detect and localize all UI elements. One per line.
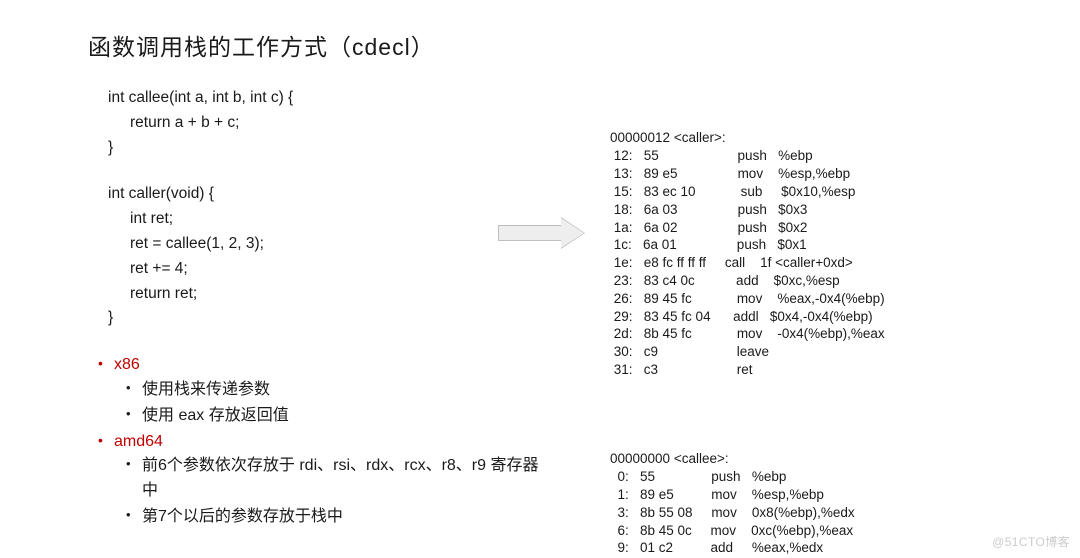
arrow-icon [498,218,586,248]
bullet-label: x86 [114,356,140,373]
asm-callee: 00000000 <callee>: 0: 55 push %ebp 1: 89… [610,432,885,558]
asm-line: 30: c9 leave [610,344,769,359]
code-line: return ret; [108,282,548,307]
watermark: @51CTO博客 [992,533,1070,550]
asm-line: 12: 55 push %ebp [610,148,813,163]
sub-bullet: 使用栈来传递参数 [114,378,548,403]
right-column: 00000012 <caller>: 12: 55 push %ebp 13: … [610,76,885,558]
asm-line: 18: 6a 03 push $0x3 [610,202,807,217]
code-line: int callee(int a, int b, int c) { [108,86,548,111]
slide-title: 函数调用栈的工作方式（cdecl） [88,28,1032,62]
code-line: ret = callee(1, 2, 3); [108,232,548,257]
asm-line: 9: 01 c2 add %eax,%edx [610,540,823,555]
asm-line: 6: 8b 45 0c mov 0xc(%ebp),%eax [610,523,853,538]
code-line: } [108,136,548,161]
slide: 函数调用栈的工作方式（cdecl） int callee(int a, int … [0,0,1080,558]
asm-line: 0: 55 push %ebp [610,469,786,484]
bullet-label: amd64 [114,433,163,450]
asm-line: 2d: 8b 45 fc mov -0x4(%ebp),%eax [610,326,885,341]
asm-line: 1a: 6a 02 push $0x2 [610,220,807,235]
asm-header: 00000012 <caller>: [610,130,726,145]
asm-line: 1c: 6a 01 push $0x1 [610,237,807,252]
bullet-x86: x86 使用栈来传递参数 使用 eax 存放返回值 [92,353,548,428]
arrow-shaft [498,225,562,241]
arrow-head-fill [561,218,584,248]
asm-line: 26: 89 45 fc mov %eax,-0x4(%ebp) [610,291,885,306]
asm-line: 1: 89 e5 mov %esp,%ebp [610,487,824,502]
bullet-amd64: amd64 前6个参数依次存放于 rdi、rsi、rdx、rcx、r8、r9 寄… [92,430,548,530]
sub-bullet: 前6个参数依次存放于 rdi、rsi、rdx、rcx、r8、r9 寄存器中 [114,454,548,504]
bullet-list: x86 使用栈来传递参数 使用 eax 存放返回值 amd64 前6个参数依次存… [92,353,548,530]
code-line: int caller(void) { [108,182,548,207]
asm-line: 1e: e8 fc ff ff ff call 1f <caller+0xd> [610,255,853,270]
code-caller: int caller(void) { int ret; ret = callee… [108,182,548,331]
asm-caller: 00000012 <caller>: 12: 55 push %ebp 13: … [610,112,885,379]
sub-bullet: 使用 eax 存放返回值 [114,404,548,429]
asm-line: 15: 83 ec 10 sub $0x10,%esp [610,184,855,199]
asm-line: 29: 83 45 fc 04 addl $0x4,-0x4(%ebp) [610,309,873,324]
asm-line: 23: 83 c4 0c add $0xc,%esp [610,273,840,288]
code-line: } [108,306,548,331]
code-line: int ret; [108,207,548,232]
asm-header: 00000000 <callee>: [610,451,729,466]
asm-line: 31: c3 ret [610,362,753,377]
code-line: ret += 4; [108,257,548,282]
asm-line: 3: 8b 55 08 mov 0x8(%ebp),%edx [610,505,855,520]
sub-bullet: 第7个以后的参数存放于栈中 [114,505,548,530]
asm-line: 13: 89 e5 mov %esp,%ebp [610,166,850,181]
left-column: int callee(int a, int b, int c) { return… [48,86,548,531]
code-line: return a + b + c; [108,111,548,136]
code-callee: int callee(int a, int b, int c) { return… [108,86,548,160]
